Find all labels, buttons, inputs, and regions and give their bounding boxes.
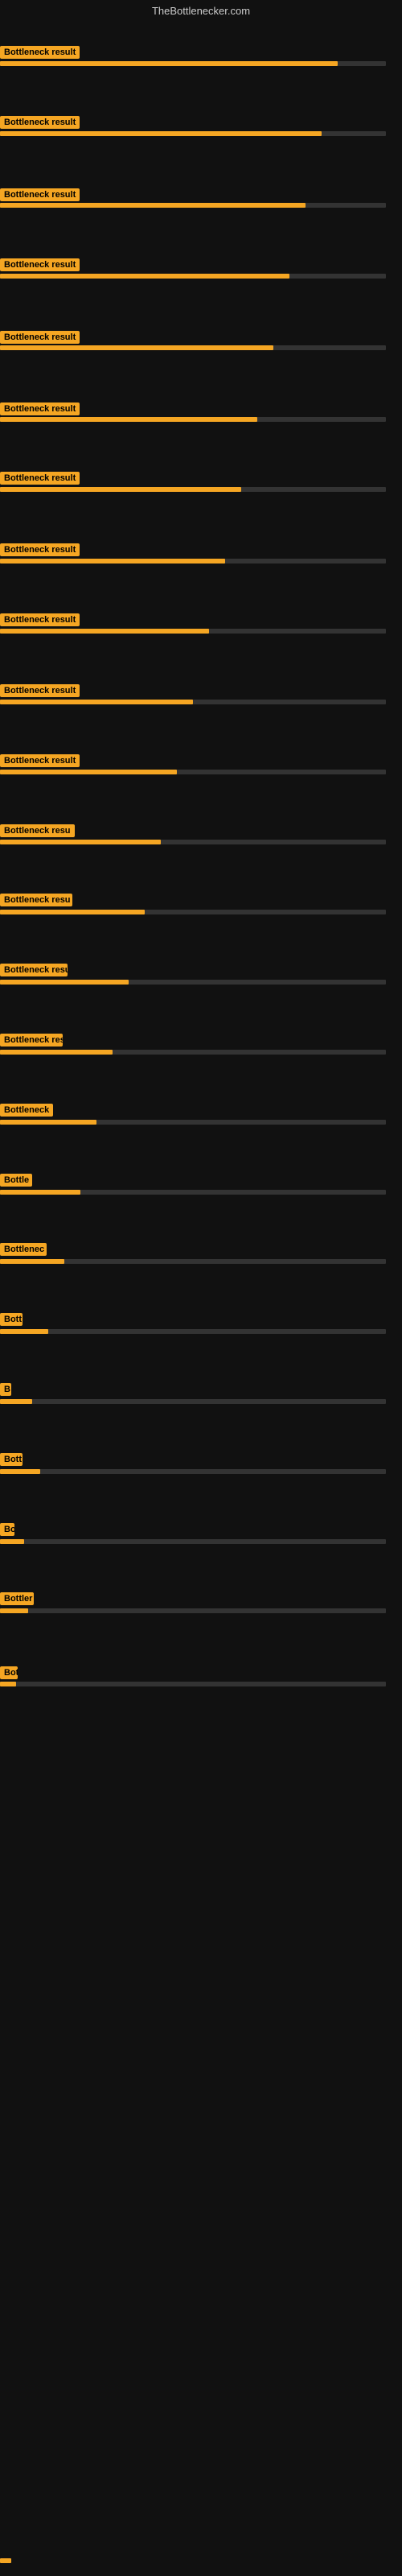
bottleneck-badge-b21: Bo: [0, 1523, 14, 1536]
bottleneck-badge-b19: B: [0, 1383, 11, 1396]
bottom-tick: [0, 2558, 11, 2563]
bar-fill-bar18: [0, 1329, 48, 1334]
bar-fill-bar11: [0, 840, 161, 844]
bar-fill-bar9: [0, 700, 193, 704]
bottleneck-badge-b15: Bottleneck: [0, 1104, 53, 1117]
bar-bg-bar21: [0, 1539, 386, 1544]
bar-fill-bar4: [0, 345, 273, 350]
bar-fill-bar1: [0, 131, 322, 136]
bar-fill-bar12: [0, 910, 145, 914]
bottleneck-badge-b18: Bott: [0, 1313, 23, 1326]
bar-fill-bar10: [0, 770, 177, 774]
bar-fill-bar17: [0, 1259, 64, 1264]
bottleneck-badge-b6: Bottleneck result: [0, 472, 80, 485]
bar-fill-bar15: [0, 1120, 96, 1125]
bar-fill-bar8: [0, 629, 209, 634]
bottleneck-badge-b14: Bottleneck res: [0, 1034, 63, 1046]
bar-fill-bar6: [0, 487, 241, 492]
bottleneck-badge-b8: Bottleneck result: [0, 613, 80, 626]
bar-fill-bar3: [0, 274, 289, 279]
bottleneck-badge-b17: Bottlenec: [0, 1243, 47, 1256]
bottleneck-badge-b11: Bottleneck resu: [0, 824, 75, 837]
site-title: TheBottlenecker.com: [0, 5, 402, 17]
bar-bg-bar19: [0, 1399, 386, 1404]
bar-fill-bar7: [0, 559, 225, 564]
bottleneck-badge-b0: Bottleneck result: [0, 46, 80, 59]
bottleneck-badge-b7: Bottleneck result: [0, 543, 80, 556]
bar-bg-bar20: [0, 1469, 386, 1474]
bar-fill-bar19: [0, 1399, 32, 1404]
bar-fill-bar20: [0, 1469, 40, 1474]
bottleneck-badge-b9: Bottleneck result: [0, 684, 80, 697]
bar-fill-bar22: [0, 1608, 28, 1613]
bottleneck-badge-b1: Bottleneck result: [0, 116, 80, 129]
bar-fill-bar5: [0, 417, 257, 422]
bottleneck-badge-b10: Bottleneck result: [0, 754, 80, 767]
bar-bg-bar18: [0, 1329, 386, 1334]
bar-fill-bar0: [0, 61, 338, 66]
bottleneck-badge-b4: Bottleneck result: [0, 331, 80, 344]
bottleneck-badge-b20: Bott: [0, 1453, 23, 1466]
bottleneck-badge-b13: Bottleneck resu: [0, 964, 68, 976]
bar-fill-bar13: [0, 980, 129, 985]
bottleneck-badge-b23: Bot: [0, 1666, 18, 1679]
bottleneck-badge-b16: Bottle: [0, 1174, 32, 1187]
bottleneck-badge-b2: Bottleneck result: [0, 188, 80, 201]
bottleneck-badge-b5: Bottleneck result: [0, 402, 80, 415]
bottleneck-badge-b22: Bottler: [0, 1592, 34, 1605]
bottleneck-badge-b12: Bottleneck resu: [0, 894, 72, 906]
bar-fill-bar16: [0, 1190, 80, 1195]
bar-fill-bar21: [0, 1539, 24, 1544]
bottleneck-badge-b3: Bottleneck result: [0, 258, 80, 271]
bar-bg-bar22: [0, 1608, 386, 1613]
bar-fill-bar23: [0, 1682, 16, 1686]
bar-fill-bar14: [0, 1050, 113, 1055]
bar-bg-bar23: [0, 1682, 386, 1686]
bar-fill-bar2: [0, 203, 306, 208]
